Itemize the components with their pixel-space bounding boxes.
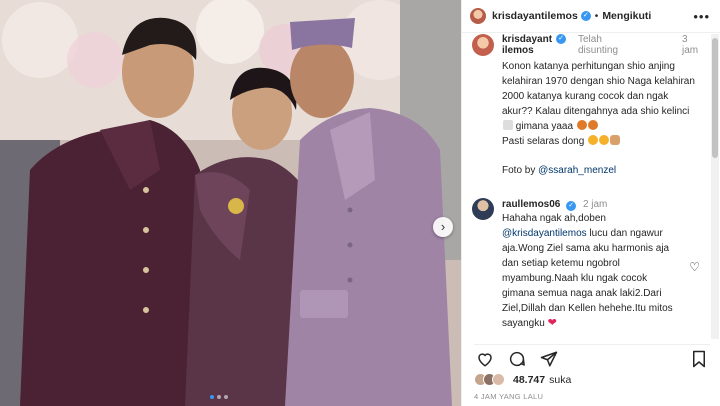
likes-count: 48.747 [513, 373, 546, 386]
post-header: krisdayantilemos ✓ • Mengikuti ••• [462, 0, 720, 33]
heart-eyes-emoji-icon [587, 120, 598, 130]
post-actions [474, 344, 710, 372]
heart-eyes-emoji-icon [576, 120, 587, 130]
bookmark-icon[interactable] [688, 348, 710, 370]
author-avatar[interactable] [470, 8, 486, 24]
comment: raullemos06 ✓ 2 jam Hahaha ngak ah,doben… [472, 198, 700, 331]
edited-label: Telah disunting [578, 34, 619, 56]
carousel-dot [224, 395, 228, 399]
comment-mention[interactable]: @krisdayantilemos [502, 228, 587, 239]
verified-badge-icon: ✓ [566, 201, 577, 211]
more-options-icon[interactable]: ••• [693, 9, 710, 24]
verified-badge-icon: ✓ [556, 34, 566, 44]
liker-avatars [474, 373, 505, 386]
comment-header: raullemos06 ✓ 2 jam [502, 198, 682, 211]
scrollbar-thumb[interactable] [712, 38, 718, 158]
caption-line1: Konon katanya perhitungan shio anjing ke… [502, 61, 695, 117]
caption: krisdayantilemos ✓ Telah disunting 3 jam… [472, 34, 700, 178]
caption-text: Konon katanya perhitungan shio anjing ke… [502, 59, 700, 178]
comment-bubble-icon[interactable] [506, 348, 528, 370]
post-timestamp: 4 JAM YANG LALU [474, 392, 544, 401]
smile-emoji-icon [599, 135, 610, 145]
photo-credit-mention[interactable]: @ssarah_menzel [538, 165, 616, 176]
caption-author-avatar[interactable] [472, 34, 494, 56]
caption-line1b: gimana yaaa [515, 121, 574, 132]
likes-label: suka [549, 373, 572, 386]
post-photo[interactable]: › [0, 0, 461, 406]
comments-scrollbar[interactable] [711, 34, 719, 339]
liker-avatar [492, 373, 505, 386]
smile-emoji-icon [588, 135, 599, 145]
caption-line2: Pasti selaras dong [502, 136, 585, 147]
photo-credit-prefix: Foto by [502, 165, 536, 176]
carousel-dot-active [210, 395, 214, 399]
comment-text-a: Hahaha ngak ah,doben [502, 213, 606, 224]
paper-plane-icon[interactable] [538, 348, 560, 370]
comment-time: 2 jam [582, 199, 608, 210]
comment-text: Hahaha ngak ah,doben @krisdayantilemos l… [502, 211, 682, 331]
heart-outline-icon[interactable] [474, 348, 496, 370]
carousel-dot [217, 395, 221, 399]
comments-section[interactable]: krisdayantilemos ✓ Telah disunting 3 jam… [462, 34, 710, 339]
photo-illustration [0, 0, 461, 406]
post-detail-panel: krisdayantilemos ✓ • Mengikuti ••• krisd… [461, 0, 720, 406]
carousel-indicator [210, 395, 228, 399]
comment-text-b: lucu dan ngawur aja.Wong Ziel sama aku h… [502, 228, 673, 329]
chevron-right-icon: › [440, 219, 446, 234]
verified-badge-icon: ✓ [580, 11, 591, 21]
next-photo-button[interactable]: › [433, 217, 453, 237]
hand-emoji-icon [610, 135, 621, 145]
separator-dot: • [594, 10, 599, 22]
caption-time: 3 jam [682, 34, 699, 56]
red-heart-emoji-icon: ❤ [547, 317, 557, 329]
like-comment-icon[interactable]: ♡ [689, 260, 700, 274]
following-button[interactable]: Mengikuti [602, 10, 651, 22]
comment-username[interactable]: raullemos06 [502, 199, 560, 210]
comment-author-avatar[interactable] [472, 198, 494, 220]
caption-username[interactable]: krisdayantilemos [502, 34, 554, 56]
likes-summary[interactable]: 48.747 suka [474, 373, 571, 386]
author-username[interactable]: krisdayantilemos [492, 10, 578, 22]
caption-header: krisdayantilemos ✓ Telah disunting 3 jam [502, 34, 700, 56]
rabbit-emoji-icon [503, 120, 513, 130]
